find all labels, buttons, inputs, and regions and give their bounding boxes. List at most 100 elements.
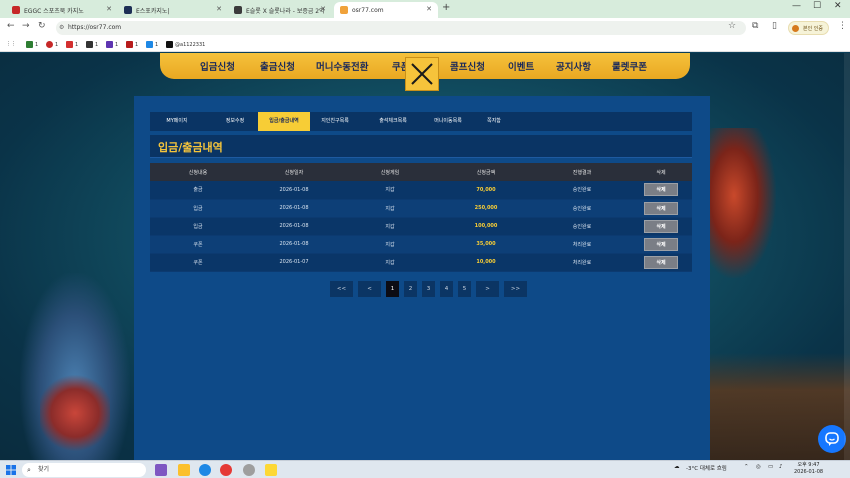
volume-icon[interactable]: ♪ [779,464,783,470]
delete-button[interactable]: 삭제 [644,255,678,269]
nav-deposit[interactable]: 입금신청 [200,59,235,73]
bookmark-favicon-icon [66,41,73,48]
kakaotalk-icon[interactable] [265,464,277,476]
bookmark-favicon-icon [86,41,93,48]
nav-money-transfer[interactable]: 머니수동전환 [316,59,368,73]
bookmark-favicon-icon [166,41,173,48]
nav-comp[interactable]: 콤프신청 [450,59,485,73]
taskbar-search[interactable]: ⌕ 찾기 [22,463,146,477]
close-modal-button[interactable] [405,57,439,91]
tab-favicon-icon [12,6,20,14]
cell-delete: 삭제 [630,181,692,200]
cell-result: 처리완료 [534,235,630,254]
cell-delete: 삭제 [630,199,692,218]
cell-type: 쿠폰 [150,253,246,272]
page-button[interactable]: 3 [422,281,435,297]
table-row: 입금 2026-01-08 지갑 100,000 승인완료 삭제 [150,217,692,236]
bookmark-star-icon[interactable]: ☆ [728,21,736,31]
chrome-icon[interactable] [220,464,232,476]
taskbar-app-icon[interactable] [178,464,190,476]
bookmark-item[interactable]: 1 [106,41,118,48]
new-tab-button[interactable]: + [442,2,450,13]
reload-icon[interactable]: ↻ [38,21,46,31]
close-tab-icon[interactable]: ✕ [106,5,112,13]
forward-icon[interactable]: → [22,21,30,31]
delete-button[interactable]: 삭제 [644,183,678,197]
page-button[interactable]: 2 [404,281,417,297]
browser-tab[interactable]: EGGC 스포츠북 카지노 ✕ [6,2,118,18]
nav-roulette-coupon[interactable]: 룰렛쿠폰 [612,59,647,73]
url-field[interactable]: ⚙ https://osr77.com [56,21,746,35]
tab-favicon-icon [124,6,132,14]
cell-result: 처리완료 [534,253,630,272]
weather-text[interactable]: -3°C 대체로 흐림 [686,464,727,472]
page-button-current[interactable]: 1 [386,281,399,297]
cell-amount: 100,000 [438,217,534,236]
bookmark-item[interactable]: 1 [26,41,38,48]
bookmark-favicon-icon [146,41,153,48]
extensions-icon[interactable]: ⧉ [752,21,758,31]
col-header-game: 신청게임 [342,163,438,181]
maximize-icon[interactable]: ☐ [813,1,821,11]
bookmark-item[interactable]: @a1122331 [166,41,205,48]
browser-tab[interactable]: E스포카지노| ✕ [118,2,228,18]
site-info-icon[interactable]: ⚙ [59,21,64,35]
browser-tab-active[interactable]: osr77.com ✕ [334,2,438,18]
browser-tab[interactable]: E슬롯 X 슬롯나라 - 보증금 2억 ✕ [228,2,332,18]
system-clock[interactable]: 오후 9:47 2026-01-08 [794,462,823,476]
bookmark-item[interactable]: 1 [46,41,58,48]
bookmark-item[interactable]: 1 [146,41,158,48]
tab-mypage[interactable]: MY페이지 [158,112,196,131]
chrome-icon[interactable] [243,464,255,476]
nav-notice[interactable]: 공지사항 [556,59,591,73]
minimize-icon[interactable]: — [792,1,801,11]
close-tab-icon[interactable]: ✕ [216,5,222,13]
page-scrollbar[interactable] [844,53,850,460]
close-tab-icon[interactable]: ✕ [320,5,326,13]
tab-friend-list[interactable]: 지인친구목록 [314,112,356,131]
tray-app-icon[interactable]: ◎ [756,464,761,470]
bookmark-item[interactable]: 1 [126,41,138,48]
tab-money-move-list[interactable]: 머니이동목록 [426,112,470,131]
page-button[interactable]: 4 [440,281,453,297]
live-chat-button[interactable] [818,425,846,453]
delete-button[interactable]: 삭제 [644,237,678,251]
taskbar-app-icon[interactable] [155,464,167,476]
tab-attendance-list[interactable]: 출석체크목록 [372,112,414,131]
bookmark-item[interactable]: 1 [86,41,98,48]
apps-grid-icon[interactable]: ⋮⋮ [6,41,16,47]
weather-icon[interactable]: ☁ [674,464,680,470]
cell-game: 지갑 [342,235,438,254]
cell-game: 지갑 [342,181,438,200]
page-prev-button[interactable]: < [358,281,381,297]
profile-button[interactable]: 본인 인증 [788,21,829,35]
page-last-button[interactable]: >> [504,281,527,297]
cell-amount: 35,000 [438,235,534,254]
col-header-result: 진행결과 [534,163,630,181]
nav-withdraw[interactable]: 출금신청 [260,59,295,73]
edge-icon[interactable] [199,464,211,476]
close-window-icon[interactable]: ✕ [834,1,842,11]
back-icon[interactable]: ← [7,21,15,31]
delete-button[interactable]: 삭제 [644,219,678,233]
cell-amount: 70,000 [438,181,534,200]
tab-edit-info[interactable]: 정보수정 [216,112,254,131]
browser-tab-strip: EGGC 스포츠북 카지노 ✕ E스포카지노| ✕ E슬롯 X 슬롯나라 - 보… [0,0,850,18]
tab-messages[interactable]: 쪽지함 [480,112,508,131]
close-tab-icon[interactable]: ✕ [426,5,432,13]
cell-delete: 삭제 [630,253,692,272]
delete-button[interactable]: 삭제 [644,201,678,215]
tab-deposit-withdraw-history[interactable]: 입금/출금내역 [258,112,310,131]
chat-icon [825,432,839,446]
windows-start-icon[interactable] [6,465,16,475]
bookmark-item[interactable]: 1 [66,41,78,48]
page-first-button[interactable]: << [330,281,353,297]
network-icon[interactable]: ▭ [768,464,773,470]
page-button[interactable]: 5 [458,281,471,297]
page-next-button[interactable]: > [476,281,499,297]
nav-event[interactable]: 이벤트 [508,59,534,73]
cell-type: 쿠폰 [150,235,246,254]
tray-chevron-icon[interactable]: ⌃ [744,464,749,470]
menu-icon[interactable]: ⋮ [838,21,847,31]
sidepanel-icon[interactable]: ▯ [772,21,777,31]
